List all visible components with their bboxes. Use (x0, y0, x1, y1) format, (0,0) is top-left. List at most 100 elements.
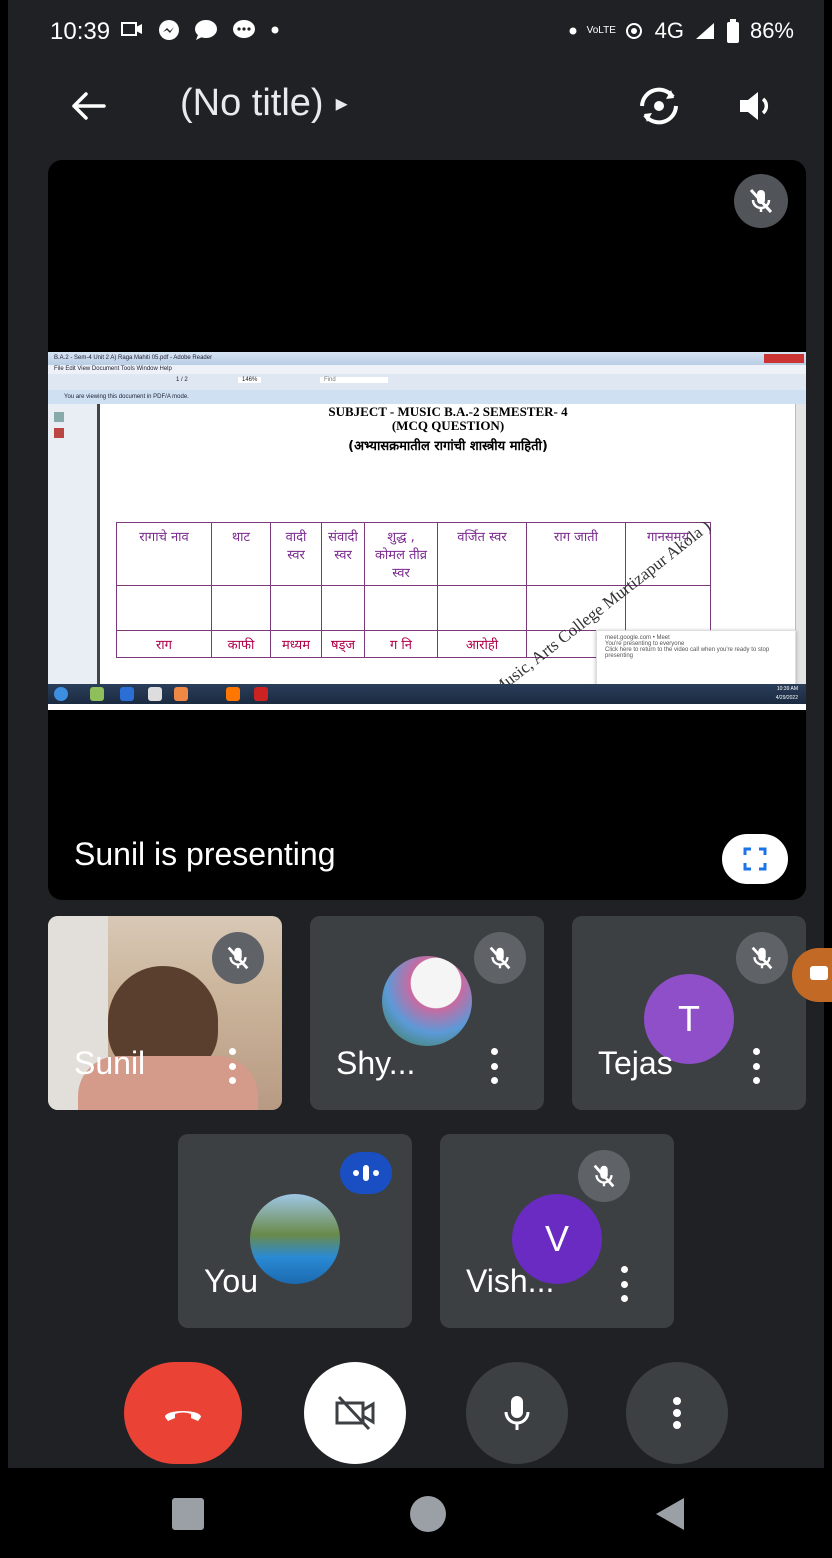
windows-taskbar: 10:39 AM 4/29/2022 (48, 684, 806, 704)
acrobat-menubar: File Edit View Document Tools Window Hel… (48, 365, 806, 374)
speaker-icon (740, 92, 769, 120)
participant-name: Vish... (466, 1263, 555, 1299)
popup-line: Click here to return to the video call w… (605, 647, 770, 659)
participant-tile-you[interactable]: You (178, 1134, 412, 1328)
zoom-field[interactable]: 146% (238, 377, 262, 383)
end-call-button[interactable] (124, 1362, 242, 1464)
camera-toggle-button[interactable] (304, 1362, 406, 1464)
network-label: 4G (654, 18, 684, 43)
switch-camera-button[interactable] (634, 82, 684, 130)
table-cell: काफी (211, 585, 271, 631)
pdf-scrollbar[interactable] (795, 404, 806, 684)
mute-badge (578, 1150, 630, 1202)
presenting-notification[interactable]: meet.google.com • Meet You're presenting… (596, 630, 796, 686)
fullscreen-icon (743, 847, 767, 871)
table-cell: राग (116, 630, 212, 658)
participant-more-button[interactable] (484, 1048, 504, 1084)
media-taskbar-icon[interactable] (148, 687, 162, 701)
participant-tile-tejas[interactable]: T Tejas (572, 916, 806, 1110)
participant-name: You (204, 1263, 258, 1299)
mic-off-icon (489, 946, 511, 970)
page-indicator: 1 / 2 (176, 377, 188, 383)
screen-record-icon (121, 22, 142, 37)
chat-bubble-icon (195, 20, 218, 41)
presentation-muted-badge (734, 174, 788, 228)
mute-badge (736, 932, 788, 984)
participant-avatar (250, 1194, 340, 1284)
status-bar: 10:39 VoLTE 4G 86% (8, 0, 824, 64)
participant-more-button[interactable] (222, 1048, 242, 1084)
end-call-icon (165, 1411, 201, 1421)
table-header: शुद्ध , कोमल तीव्र स्वर (364, 522, 438, 586)
shared-screen: B.A.2 - Sem-4 Unit 2 A) Raga Mahiti 05.p… (48, 352, 806, 710)
mic-off-icon (227, 946, 249, 970)
table-header: रागाचे नाव (116, 522, 212, 586)
pages-panel-icon[interactable] (54, 412, 64, 422)
more-vert-icon (673, 1397, 681, 1429)
battery-icon (726, 19, 739, 43)
clock-date: 4/29/2022 (775, 695, 798, 701)
table-header: वादी स्वर (270, 522, 322, 586)
participant-tile-vish[interactable]: V Vish... (440, 1134, 674, 1328)
table-header: थाट (211, 522, 271, 586)
find-field[interactable]: Find (320, 377, 388, 383)
mute-badge (212, 932, 264, 984)
chat-head-icon (810, 966, 828, 980)
system-nav-bar (8, 1468, 824, 1558)
firefox-taskbar-icon[interactable] (226, 687, 240, 701)
participant-more-button[interactable] (614, 1266, 634, 1302)
speaker-button[interactable] (730, 82, 780, 130)
participant-name: Tejas (598, 1045, 673, 1081)
table-cell: षड्ज (321, 630, 365, 658)
participant-name: Shy... (336, 1045, 416, 1081)
signal-icon (695, 23, 714, 39)
presentation-tile[interactable]: B.A.2 - Sem-4 Unit 2 A) Raga Mahiti 05.p… (48, 160, 806, 900)
table-cell: राग बागेश्री (116, 585, 212, 631)
table-cell: षड्ज (सा) (321, 585, 365, 631)
notification-icons (120, 16, 279, 42)
table-header-row: रागाचे नाव थाट वादी स्वर संवादी स्वर शुद… (116, 522, 711, 586)
battery-label: 86% (749, 18, 794, 43)
ie-taskbar-icon[interactable] (120, 687, 134, 701)
home-circle-icon[interactable] (410, 1496, 446, 1532)
call-title: (No title) (180, 82, 324, 124)
taskbar-clock: 10:39 AM 4/29/2022 (776, 685, 798, 703)
speaking-indicator (340, 1152, 392, 1194)
participant-avatar (382, 956, 472, 1046)
window-close-button[interactable] (764, 354, 804, 363)
back-button[interactable] (64, 82, 112, 130)
explorer-taskbar-icon[interactable] (90, 687, 104, 701)
doc-heading-3: (अभ्यासक्रमातील रागांची शास्त्रीय माहिती… (348, 439, 548, 454)
more-options-button[interactable] (626, 1362, 728, 1464)
mic-toggle-button[interactable] (466, 1362, 568, 1464)
acrobat-taskbar-icon[interactable] (254, 687, 268, 701)
dot-icon (569, 27, 577, 35)
camera-off-icon (335, 1395, 375, 1431)
mic-off-icon (749, 188, 773, 214)
messenger-icon (159, 20, 180, 41)
table-cell: मध्यम (270, 630, 322, 658)
participant-tile-shy[interactable]: Shy... (310, 916, 544, 1110)
call-title-button[interactable]: (No title) ▸ (180, 82, 348, 125)
chrome-taskbar-icon[interactable] (174, 687, 188, 701)
mic-off-icon (593, 1164, 615, 1188)
presenting-label: Sunil is presenting (74, 836, 336, 872)
acrobat-left-pane (48, 404, 100, 684)
switch-camera-icon (640, 87, 678, 125)
attachments-panel-icon[interactable] (54, 428, 64, 438)
start-button-icon[interactable] (54, 687, 68, 701)
table-header: संवादी स्वर (321, 522, 365, 586)
fullscreen-button[interactable] (722, 834, 788, 884)
recents-square-icon[interactable] (172, 1498, 204, 1530)
table-header: वर्जित स्वर (437, 522, 527, 586)
participant-more-button[interactable] (746, 1048, 766, 1084)
acrobat-toolbar: 1 / 2 146% Find (48, 374, 806, 391)
table-cell: काफी (211, 630, 271, 658)
table-cell: ग नि (364, 630, 438, 658)
hotspot-icon (625, 23, 642, 39)
pdfa-infobar: You are viewing this document in PDF/A m… (48, 390, 806, 404)
chat-dots-icon (233, 20, 256, 39)
back-arrow-icon (72, 92, 106, 120)
back-triangle-icon[interactable] (652, 1496, 688, 1532)
participant-tile-sunil[interactable]: Sunil (48, 916, 282, 1110)
